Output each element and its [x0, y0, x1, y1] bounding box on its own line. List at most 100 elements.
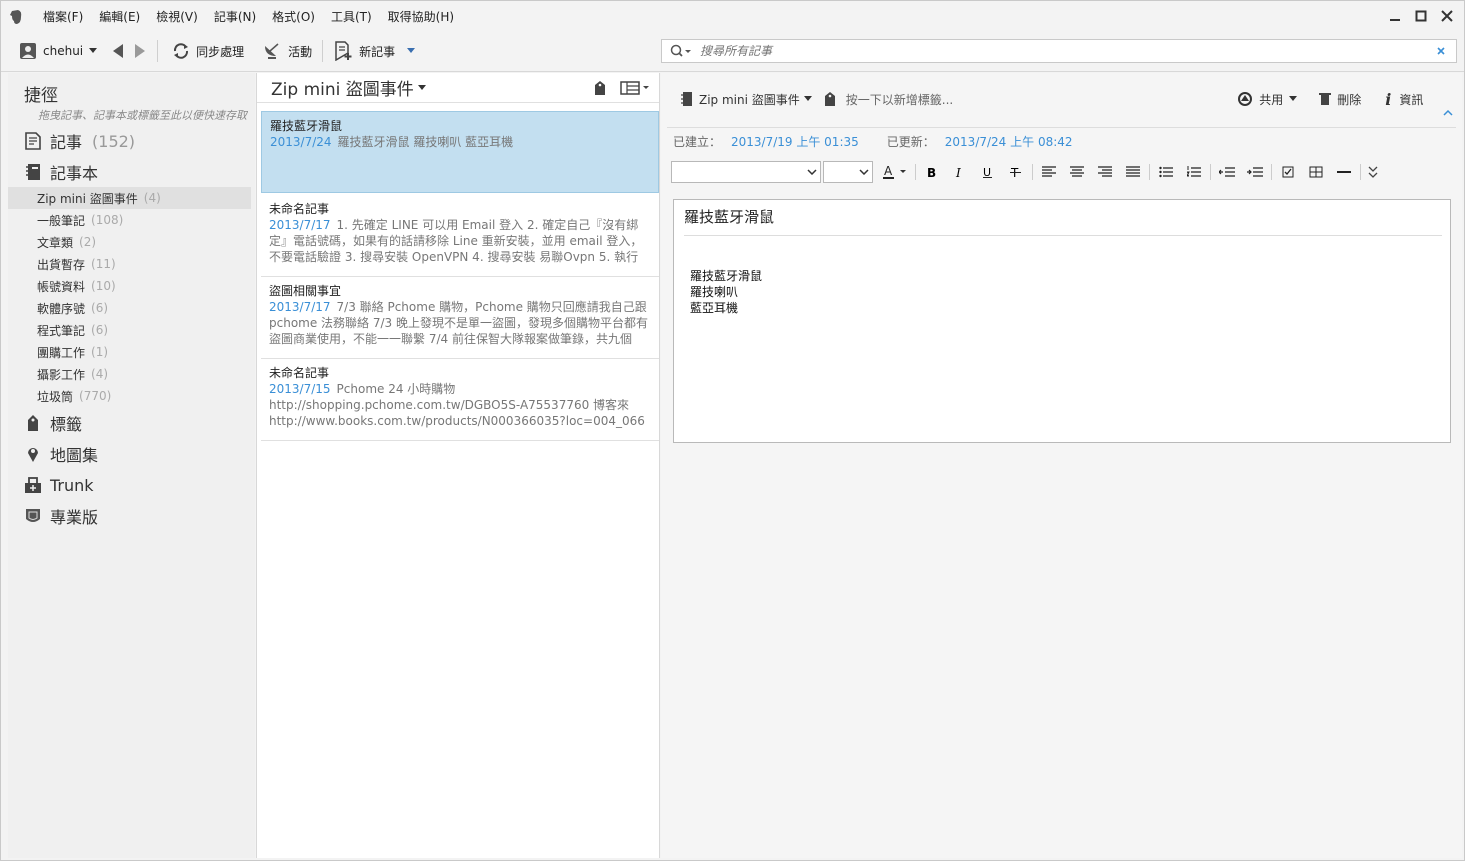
align-right-button[interactable]	[1091, 161, 1119, 183]
menu-format[interactable]: 格式(O)	[264, 1, 323, 33]
sidebar-item-atlas[interactable]: 地圖集	[8, 440, 251, 468]
notebook-item-trash[interactable]: 垃圾筒 (770)	[8, 385, 251, 407]
note-card-selected[interactable]: 羅技藍牙滑鼠 2013/7/24 羅技藍牙滑鼠 羅技喇叭 藍亞耳機	[261, 111, 659, 193]
maximize-icon[interactable]	[1412, 7, 1430, 25]
tag-filter-icon[interactable]	[594, 80, 606, 96]
font-family-select[interactable]	[671, 161, 821, 183]
underline-icon: U	[983, 166, 992, 179]
note-editor: Zip mini 盜圖事件 按一下以新增標籤... 共用 刪除 i 資訊 已建立…	[661, 73, 1462, 858]
sync-button[interactable]: 同步處理	[172, 42, 244, 60]
chevron-down-icon[interactable]	[803, 96, 812, 102]
notebook-item[interactable]: 帳號資料 (10)	[8, 275, 251, 297]
bullet-list-button[interactable]	[1152, 161, 1180, 183]
forward-button[interactable]	[133, 43, 147, 59]
underline-button[interactable]: U	[974, 161, 1002, 183]
align-center-button[interactable]	[1063, 161, 1091, 183]
align-left-button[interactable]	[1035, 161, 1063, 183]
menu-edit[interactable]: 編輯(E)	[91, 1, 148, 33]
notebook-item[interactable]: 程式筆記 (6)	[8, 319, 251, 341]
collapse-up-icon[interactable]	[1443, 109, 1453, 117]
notebook-count: (6)	[91, 323, 109, 337]
indent-button[interactable]	[1241, 161, 1269, 183]
notebook-label: 文章類	[37, 235, 74, 250]
font-color-icon: A	[883, 164, 906, 179]
notebook-item-zip-mini[interactable]: Zip mini 盜圖事件 (4)	[8, 187, 251, 209]
note-title-field[interactable]: 羅技藍牙滑鼠	[684, 206, 1442, 236]
notebook-label: 垃圾筒	[37, 389, 74, 404]
sidebar-item-tags[interactable]: 標籤	[8, 409, 251, 437]
search-box[interactable]	[661, 39, 1457, 63]
new-note-icon	[335, 41, 352, 61]
updated-label: 已更新：	[886, 135, 935, 149]
notebook-item[interactable]: 攝影工作 (4)	[8, 363, 251, 385]
outdent-button[interactable]	[1213, 161, 1241, 183]
note-metadata: 已建立： 2013/7/19 上午 01:35 已更新： 2013/7/24 上…	[673, 133, 1091, 150]
tag-icon	[24, 413, 42, 433]
horizontal-rule-button[interactable]	[1330, 161, 1358, 183]
new-note-dropdown[interactable]	[407, 48, 416, 54]
table-button[interactable]	[1302, 161, 1330, 183]
note-card[interactable]: 未命名記事 2013/7/17 1. 先確定 LINE 可以用 Email 登入 …	[261, 195, 659, 277]
notebook-item[interactable]: 文章類 (2)	[8, 231, 251, 253]
menu-file[interactable]: 檔案(F)	[35, 1, 91, 33]
share-button[interactable]: 共用	[1237, 91, 1298, 108]
note-content-area[interactable]: 羅技藍牙滑鼠 羅技藍牙滑鼠 羅技喇叭 藍亞耳機	[673, 199, 1451, 443]
minimize-icon[interactable]	[1386, 7, 1404, 25]
toolbar-separator	[1210, 164, 1211, 180]
toolbar-divider	[157, 40, 159, 62]
chevron-down-icon[interactable]	[417, 84, 426, 91]
note-body[interactable]: 羅技藍牙滑鼠 羅技喇叭 藍亞耳機	[690, 268, 762, 316]
new-note-button[interactable]: 新記事	[333, 41, 395, 61]
checkbox-button[interactable]	[1274, 161, 1302, 183]
sidebar: 捷徑 拖曳記事、記事本或標籤至此以便快速存取 記事 (152) 記事本 Zip …	[8, 73, 255, 858]
back-button[interactable]	[111, 43, 125, 59]
trunk-icon	[24, 475, 42, 495]
view-options-icon[interactable]	[620, 80, 650, 96]
evernote-logo-icon	[10, 10, 22, 24]
menu-help[interactable]: 取得協助(H)	[380, 1, 462, 33]
notebook-label: 團購工作	[37, 345, 86, 360]
activity-button[interactable]: 活動	[262, 42, 312, 60]
notebook-label: 攝影工作	[37, 367, 86, 382]
menu-note[interactable]: 記事(N)	[206, 1, 264, 33]
note-snippet-text: 羅技藍牙滑鼠 羅技喇叭 藍亞耳機	[337, 135, 514, 149]
menu-tools[interactable]: 工具(T)	[323, 1, 380, 33]
menu-view[interactable]: 檢視(V)	[148, 1, 206, 33]
numbered-list-button[interactable]	[1180, 161, 1208, 183]
sidebar-item-trunk[interactable]: Trunk	[8, 471, 251, 499]
format-toolbar: A B I U T	[671, 159, 1461, 185]
svg-text:B: B	[927, 166, 936, 179]
bold-button[interactable]: B	[918, 161, 946, 183]
note-snippet: 2013/7/17 1. 先確定 LINE 可以用 Email 登入 2. 確定自…	[269, 217, 651, 265]
note-card[interactable]: 盜圖相關事宜 2013/7/17 7/3 聯絡 Pchome 購物，Pchome …	[261, 277, 659, 359]
sidebar-item-premium[interactable]: 專業版	[8, 502, 251, 530]
strikethrough-button[interactable]: T	[1002, 161, 1030, 183]
notebook-item[interactable]: 一般筆記 (108)	[8, 209, 251, 231]
shortcuts-title[interactable]: 捷徑	[24, 81, 58, 106]
search-input[interactable]	[700, 44, 1436, 58]
svg-text:A: A	[884, 164, 893, 178]
close-icon[interactable]	[1438, 7, 1456, 25]
note-snippet: 2013/7/15 Pchome 24 小時購物 http://shopping.…	[269, 381, 651, 429]
sidebar-item-notes[interactable]: 記事 (152)	[8, 127, 251, 155]
font-color-button[interactable]: A	[877, 161, 913, 183]
note-list-title[interactable]: Zip mini 盜圖事件	[271, 75, 414, 100]
sidebar-item-notebooks[interactable]: 記事本	[8, 158, 251, 186]
delete-button[interactable]: 刪除	[1319, 91, 1361, 108]
sync-icon	[174, 43, 189, 59]
notebook-item[interactable]: 團購工作 (1)	[8, 341, 251, 363]
italic-button[interactable]: I	[946, 161, 974, 183]
more-tools-button[interactable]	[1363, 161, 1383, 183]
font-size-select[interactable]	[823, 161, 873, 183]
horizontal-rule-icon	[1337, 171, 1351, 173]
add-tag-input[interactable]: 按一下以新增標籤...	[846, 91, 953, 108]
justify-button[interactable]	[1119, 161, 1147, 183]
clear-search-icon[interactable]	[1436, 46, 1446, 56]
checkbox-icon	[1282, 166, 1294, 178]
notebook-item[interactable]: 出貨暫存 (11)	[8, 253, 251, 275]
notebook-item[interactable]: 軟體序號 (6)	[8, 297, 251, 319]
editor-notebook-name[interactable]: Zip mini 盜圖事件	[699, 91, 800, 108]
account-button[interactable]: chehui	[19, 42, 98, 60]
note-card[interactable]: 未命名記事 2013/7/15 Pchome 24 小時購物 http://sho…	[261, 359, 659, 441]
info-button[interactable]: i 資訊	[1385, 90, 1423, 109]
